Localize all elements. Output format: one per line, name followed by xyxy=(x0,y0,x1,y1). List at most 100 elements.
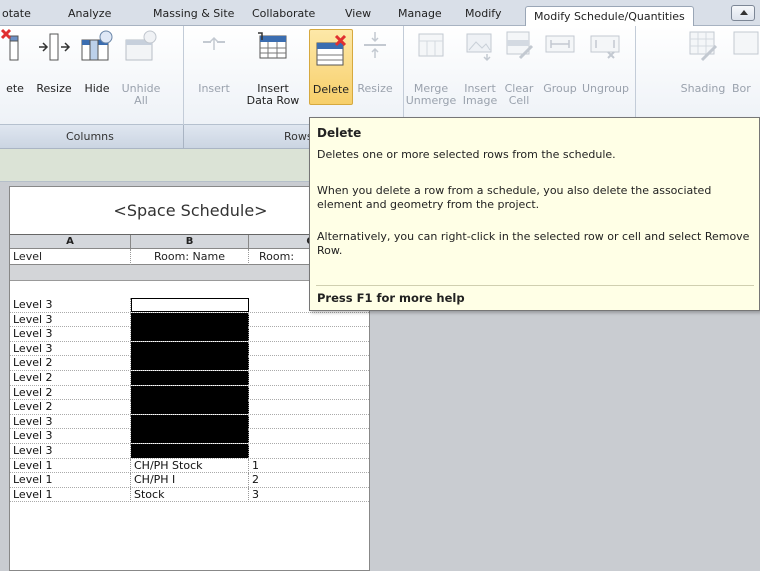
resize-row-button[interactable]: Resize xyxy=(355,26,395,126)
group-icon xyxy=(545,35,575,53)
cell-room-number[interactable] xyxy=(249,342,369,356)
cell-room-number[interactable] xyxy=(249,444,369,458)
merge-unmerge-button[interactable]: Merge Unmerge xyxy=(405,26,457,126)
ungroup-label: Ungroup xyxy=(582,82,629,95)
cell-level[interactable]: Level 3 xyxy=(10,298,131,312)
cell-level[interactable]: Level 3 xyxy=(10,327,131,342)
cell-level[interactable]: Level 2 xyxy=(10,400,131,415)
cell-level[interactable]: Level 1 xyxy=(10,458,131,473)
cell-room-number[interactable] xyxy=(249,327,369,341)
hide-column-button[interactable]: Hide xyxy=(76,26,118,126)
tab-view[interactable]: View xyxy=(345,7,371,25)
cell-room-name[interactable] xyxy=(131,371,249,385)
table-row[interactable]: Level 2 xyxy=(10,400,369,415)
cell-room-name[interactable] xyxy=(131,341,249,356)
cell-room-number[interactable]: 1 xyxy=(249,459,369,473)
cell-room-name[interactable] xyxy=(131,414,249,429)
insert-data-row-icon xyxy=(258,32,287,59)
tooltip-description: Deletes one or more selected rows from t… xyxy=(317,148,616,161)
cell-room-number[interactable] xyxy=(249,400,369,414)
cell-room-number[interactable] xyxy=(249,313,369,327)
cell-level[interactable]: Level 3 xyxy=(10,444,131,458)
cell-level[interactable]: Level 2 xyxy=(10,385,131,400)
table-row[interactable]: Level 2 xyxy=(10,356,369,371)
unhide-all-button[interactable]: Unhide All xyxy=(118,26,164,126)
column-header-a[interactable]: A xyxy=(10,235,131,249)
ungroup-button[interactable]: Ungroup xyxy=(582,26,629,126)
column-header-b[interactable]: B xyxy=(131,235,249,249)
table-row[interactable]: Level 3 xyxy=(10,327,369,342)
table-row[interactable]: Level 1 CH/PH Stock 1 xyxy=(10,458,369,474)
field-header-level[interactable]: Level xyxy=(10,249,131,265)
ribbon-tab-bar: otate Analyze Massing & Site Collaborate… xyxy=(0,0,760,27)
delete-row-button[interactable]: Delete xyxy=(309,29,353,105)
table-row[interactable]: Level 3 xyxy=(10,414,369,430)
borders-button[interactable]: Bor xyxy=(730,26,760,126)
cell-level[interactable]: Level 1 xyxy=(10,487,131,502)
table-row[interactable]: Level 3 xyxy=(10,312,369,328)
cell-room-name[interactable] xyxy=(131,429,249,444)
tab-analyze[interactable]: Analyze xyxy=(68,7,111,25)
clear-cell-label: Clear Cell xyxy=(504,82,534,107)
cell-room-number[interactable]: 2 xyxy=(249,473,369,487)
table-row[interactable]: Level 2 xyxy=(10,385,369,401)
shading-button[interactable]: Shading xyxy=(680,26,726,126)
tab-collaborate[interactable]: Collaborate xyxy=(252,7,315,25)
cell-room-name[interactable] xyxy=(131,327,249,342)
table-row[interactable]: Level 1 CH/PH I2 xyxy=(10,473,369,488)
cell-room-name[interactable]: Stock xyxy=(131,487,249,502)
cell-room-number[interactable] xyxy=(249,356,369,370)
table-row[interactable]: Level 3 xyxy=(10,429,369,444)
tab-annotate[interactable]: otate xyxy=(2,7,31,25)
cell-level[interactable]: Level 2 xyxy=(10,371,131,385)
hide-column-label: Hide xyxy=(84,82,110,95)
table-row[interactable]: Level 3 xyxy=(10,444,369,459)
unhide-all-label: Unhide All xyxy=(121,82,161,107)
panel-separator xyxy=(183,125,184,149)
group-button[interactable]: Group xyxy=(540,26,580,126)
table-row[interactable]: Level 3 xyxy=(10,341,369,357)
cell-room-name[interactable]: CH/PH I xyxy=(131,473,249,488)
table-row[interactable]: Level 1 Stock 3 xyxy=(10,487,369,503)
tab-massing-site[interactable]: Massing & Site xyxy=(153,7,234,25)
cell-level[interactable]: Level 3 xyxy=(10,341,131,356)
cell-room-name[interactable] xyxy=(131,400,249,415)
insert-image-button[interactable]: Insert Image xyxy=(460,26,500,126)
cell-room-number[interactable] xyxy=(249,386,369,400)
tab-modify[interactable]: Modify xyxy=(465,7,501,25)
cell-room-number[interactable] xyxy=(249,415,369,429)
cell-room-name[interactable] xyxy=(131,312,249,327)
insert-row-icon xyxy=(203,36,225,50)
cell-room-name[interactable] xyxy=(131,385,249,400)
shading-icon xyxy=(689,31,718,62)
tooltip-title: Delete xyxy=(317,126,362,140)
cell-room-number[interactable]: 3 xyxy=(249,488,369,502)
cell-level[interactable]: Level 1 xyxy=(10,473,131,488)
cell-level[interactable]: Level 2 xyxy=(10,356,131,371)
group-label: Group xyxy=(543,82,577,95)
table-row[interactable]: Level 2 xyxy=(10,371,369,386)
cell-level[interactable]: Level 3 xyxy=(10,414,131,429)
insert-data-row-button[interactable]: Insert Data Row xyxy=(246,26,300,126)
clear-cell-button[interactable]: Clear Cell xyxy=(500,26,538,126)
panel-label-columns: Columns xyxy=(66,130,114,143)
cell-room-number[interactable] xyxy=(249,371,369,385)
field-header-room-name[interactable]: Room: Name xyxy=(131,249,249,265)
tab-modify-schedule-quantities[interactable]: Modify Schedule/Quantities xyxy=(525,6,694,27)
cell-room-name[interactable]: CH/PH Stock xyxy=(131,458,249,473)
delete-tooltip: Delete Deletes one or more selected rows… xyxy=(309,117,760,311)
delete-column-button[interactable]: ete xyxy=(0,26,30,126)
delete-row-label: Delete xyxy=(312,83,350,96)
cell-level[interactable]: Level 3 xyxy=(10,429,131,444)
cell-room-name[interactable] xyxy=(131,298,249,312)
minimize-ribbon-icon[interactable] xyxy=(731,5,755,21)
tooltip-divider xyxy=(316,285,754,286)
resize-column-button[interactable]: Resize xyxy=(32,26,76,126)
cell-room-number[interactable] xyxy=(249,429,369,443)
cell-room-name[interactable] xyxy=(131,356,249,371)
unhide-all-icon xyxy=(125,30,157,61)
cell-room-name[interactable] xyxy=(131,444,249,458)
cell-level[interactable]: Level 3 xyxy=(10,312,131,327)
insert-row-button[interactable]: Insert xyxy=(190,26,238,126)
tab-manage[interactable]: Manage xyxy=(398,7,442,25)
